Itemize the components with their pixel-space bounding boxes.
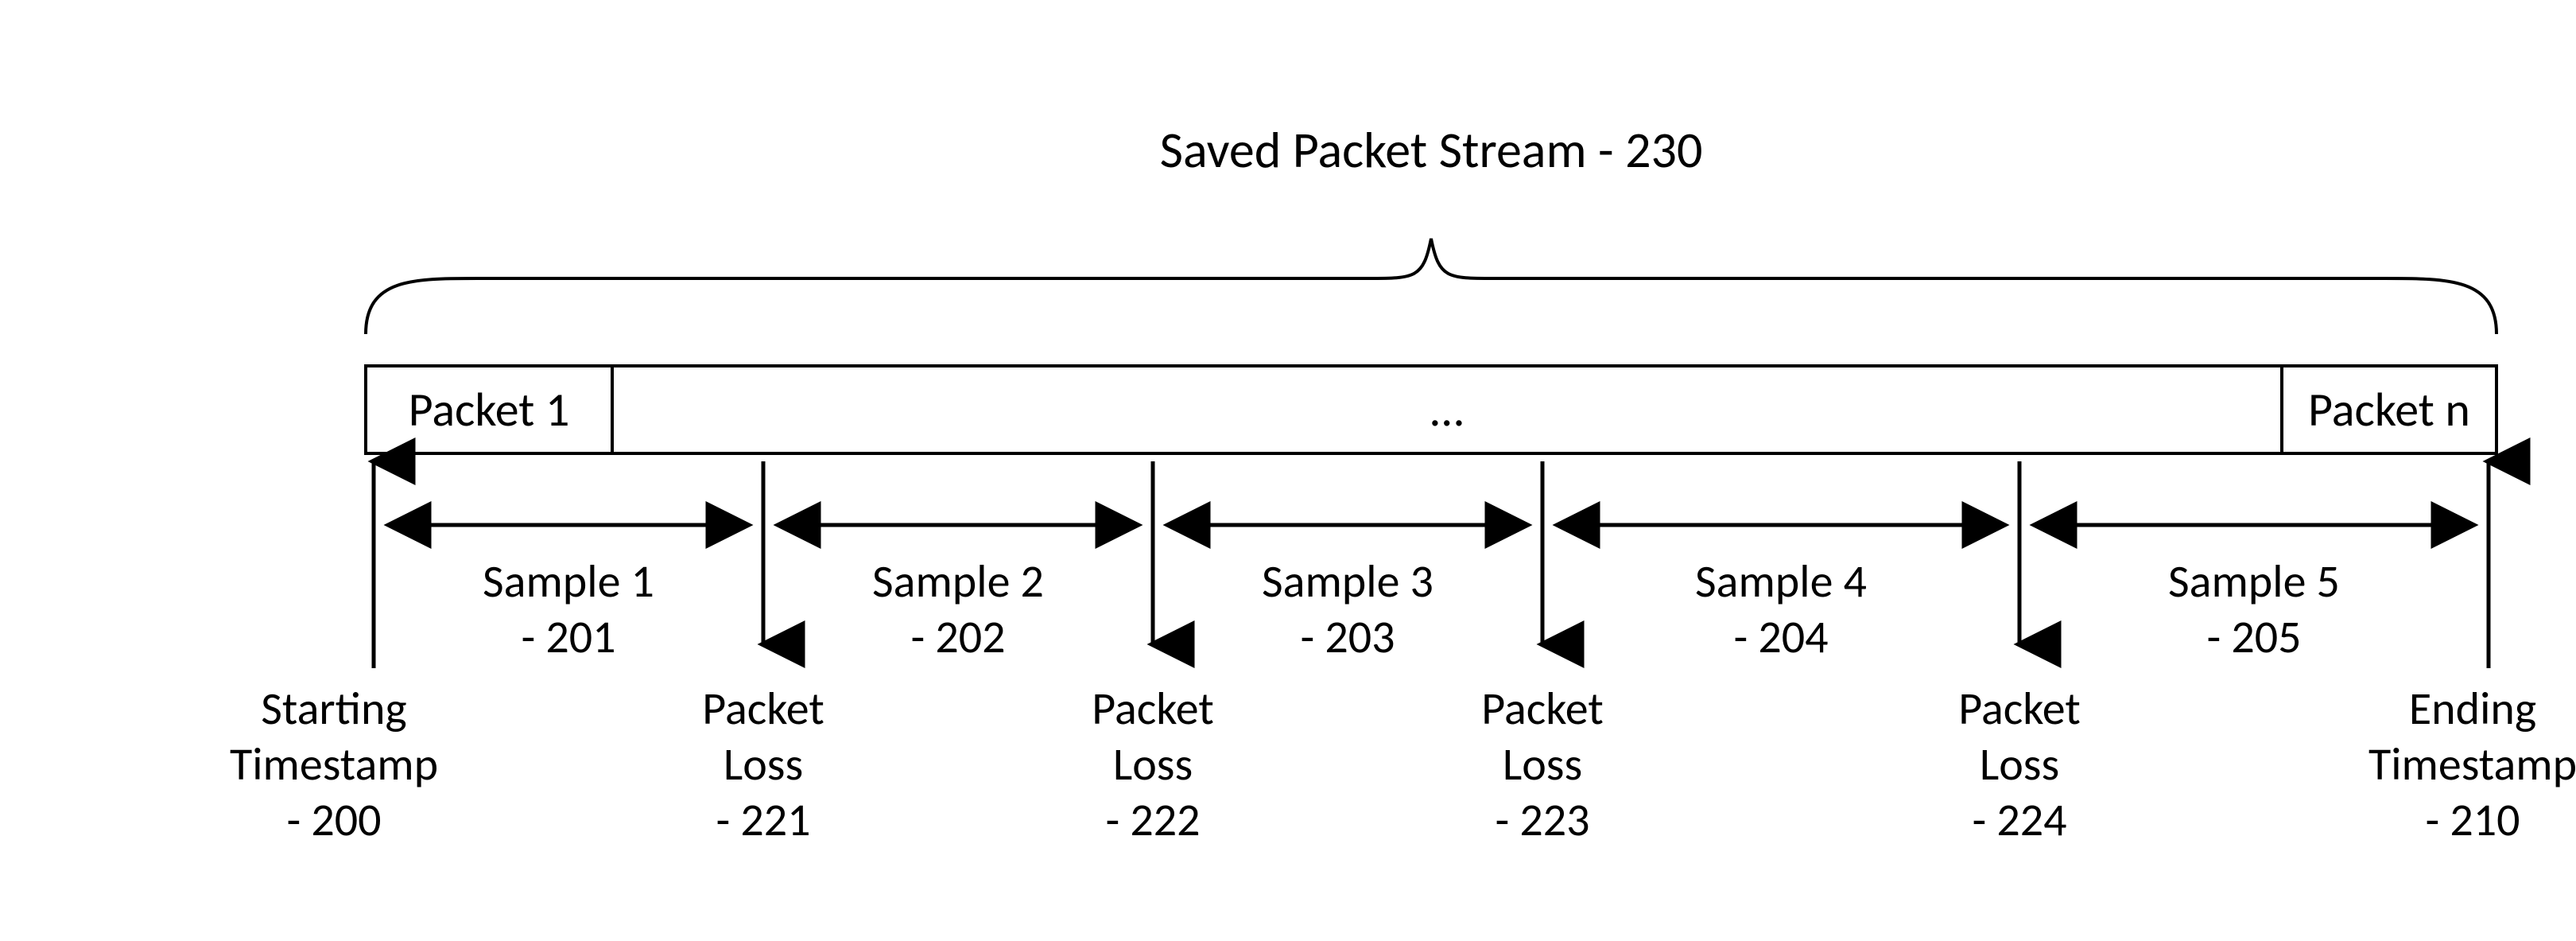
loss-1-l2: Loss — [724, 736, 803, 792]
loss-3-l1: Packet — [1481, 680, 1604, 737]
loss-labels: Packet Loss - 221 Packet Loss - 222 Pack… — [702, 680, 2081, 848]
end-label-l3: - 210 — [2425, 791, 2520, 848]
end-label-l1: Ending — [2409, 680, 2536, 737]
sample-2-ref: - 202 — [910, 609, 1005, 665]
loss-2-l2: Loss — [1113, 736, 1193, 792]
brace-icon — [366, 239, 2496, 334]
loss-2-l1: Packet — [1092, 680, 1214, 737]
sample-1-name: Sample 1 — [483, 553, 654, 609]
diagram-title: Saved Packet Stream - 230 — [1160, 119, 1703, 181]
sample-3-name: Sample 3 — [1262, 553, 1433, 609]
start-label-l3: - 200 — [286, 791, 381, 848]
sample-5-name: Sample 5 — [2168, 553, 2340, 609]
loss-1-ref: - 221 — [716, 791, 810, 848]
loss-2-ref: - 222 — [1105, 791, 1200, 848]
sample-5-ref: - 205 — [2206, 609, 2301, 665]
packet-stream-bar: Packet 1 … Packet n — [366, 366, 2496, 453]
sample-4-name: Sample 4 — [1695, 553, 1867, 609]
sample-4-ref: - 204 — [1733, 609, 1828, 665]
sample-1-ref: - 201 — [521, 609, 615, 665]
loss-4-l2: Loss — [1980, 736, 2059, 792]
packet-cell-last: Packet n — [2308, 381, 2470, 439]
start-label-l1: Starting — [261, 680, 406, 737]
packet-cell-middle: … — [1430, 381, 1463, 439]
sample-labels: Sample 1 - 201 Sample 2 - 202 Sample 3 -… — [483, 553, 2340, 665]
sample-2-name: Sample 2 — [872, 553, 1044, 609]
loss-4-l1: Packet — [1958, 680, 2081, 737]
loss-3-l2: Loss — [1503, 736, 1582, 792]
loss-1-l1: Packet — [702, 680, 824, 737]
loss-3-ref: - 223 — [1495, 791, 1589, 848]
sample-3-ref: - 203 — [1300, 609, 1395, 665]
loss-4-ref: - 224 — [1972, 791, 2066, 848]
end-label-l2: Timestamp — [2368, 736, 2576, 792]
start-label-l2: Timestamp — [230, 736, 438, 792]
packet-stream-diagram: Saved Packet Stream - 230 Packet 1 … Pac… — [0, 0, 2576, 941]
packet-cell-first: Packet 1 — [409, 381, 570, 439]
